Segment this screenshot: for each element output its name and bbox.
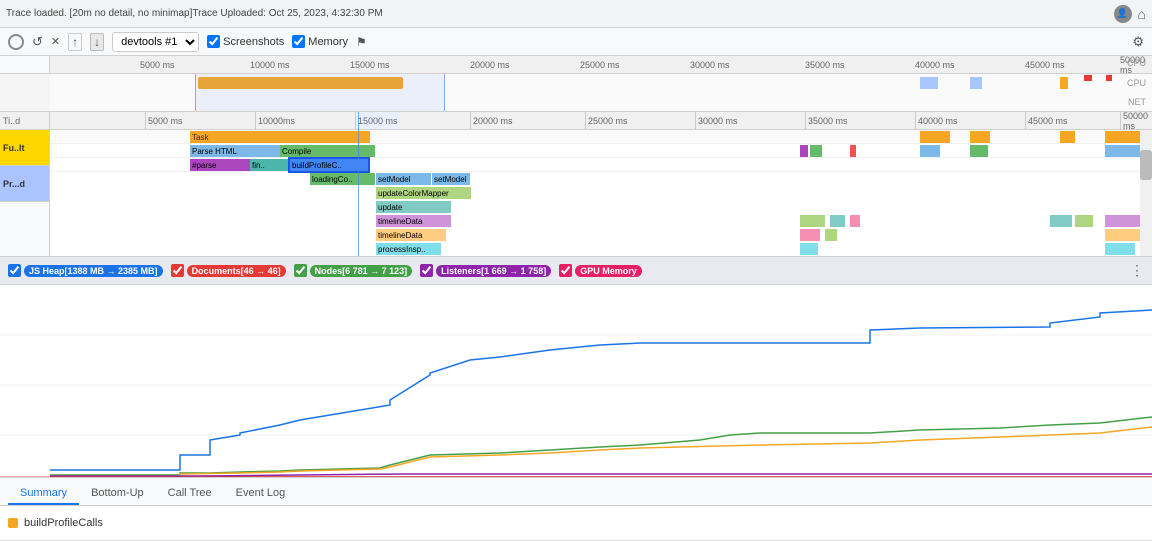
download-icon[interactable]: ↓ [90, 33, 104, 51]
documents-badge: Documents[46 → 46] [187, 265, 286, 277]
trace-main: Ti..d Fu..lt Pr...d 5000 ms 10000ms 1500… [0, 112, 1152, 257]
lane-label-pr: Pr...d [0, 166, 49, 202]
tab-eventlog[interactable]: Event Log [224, 483, 298, 505]
trace-content[interactable]: 5000 ms 10000ms 15000 ms 20000 ms 25000 … [50, 112, 1152, 256]
js-heap-checkbox-label[interactable]: JS Heap[1388 MB → 2385 MB] [8, 264, 163, 277]
cursor-line-left [358, 112, 359, 256]
memory-menu-icon[interactable]: ⋮ [1130, 262, 1144, 279]
bottom-item: buildProfileCalls [8, 517, 103, 529]
js-heap-checkbox[interactable] [8, 264, 21, 277]
devtools-select[interactable]: devtools #1 [112, 32, 199, 52]
gpu-checkbox[interactable] [559, 264, 572, 277]
topbar: Trace loaded. [20m no detail, no minimap… [0, 0, 1152, 28]
upload-icon[interactable]: ↑ [68, 33, 82, 51]
listeners-badge: Listeners[1 669 → 1 758] [436, 265, 551, 277]
vertical-scrollbar[interactable] [1140, 130, 1152, 256]
toolbar: ↺ ✕ ↑ ↓ devtools #1 Screenshots Memory ⚑… [0, 28, 1152, 56]
lane-label-fu: Fu..lt [0, 130, 49, 166]
bottom-content: buildProfileCalls [0, 506, 1152, 541]
flag-icon[interactable]: ⚑ [356, 35, 367, 49]
topbar-icons: 👤 ⌂ [1114, 5, 1146, 23]
screenshots-checkbox-label[interactable]: Screenshots [207, 35, 284, 48]
memory-header: JS Heap[1388 MB → 2385 MB] Documents[46 … [0, 257, 1152, 285]
bottom-tabs: Summary Bottom-Up Call Tree Event Log [0, 478, 1152, 506]
flame-bars: Task Parse HTML Compile #parse [50, 130, 1152, 256]
gpu-checkbox-label[interactable]: GPU Memory [559, 264, 642, 277]
documents-checkbox-label[interactable]: Documents[46 → 46] [171, 264, 286, 277]
bottom-item-label: buildProfileCalls [24, 517, 103, 529]
overview-bar: CPU NET [0, 74, 1152, 112]
bottom-color-dot [8, 518, 18, 528]
lane-labels: Ti..d Fu..lt Pr...d [0, 112, 50, 256]
timeline-ruler: 5000 ms 10000 ms 15000 ms 20000 ms 25000… [0, 56, 1152, 74]
ruler-label: Ti..d [0, 112, 49, 130]
listeners-checkbox-label[interactable]: Listeners[1 669 → 1 758] [420, 264, 551, 277]
memory-checkbox-label[interactable]: Memory [292, 35, 348, 48]
js-heap-badge: JS Heap[1388 MB → 2385 MB] [24, 265, 163, 277]
nodes-badge: Nodes[6 781 → 7 123] [310, 265, 413, 277]
home-icon[interactable]: ⌂ [1138, 6, 1146, 22]
reload-icon[interactable]: ↺ [32, 34, 43, 50]
tab-calltree[interactable]: Call Tree [156, 483, 224, 505]
memory-graph [0, 285, 1152, 478]
gpu-badge: GPU Memory [575, 265, 642, 277]
nodes-checkbox[interactable] [294, 264, 307, 277]
screenshots-checkbox[interactable] [207, 35, 220, 48]
listeners-checkbox[interactable] [420, 264, 433, 277]
user-icon[interactable]: 👤 [1114, 5, 1132, 23]
settings-icon[interactable]: ⚙ [1132, 34, 1144, 50]
sub-ruler: 5000 ms 10000ms 15000 ms 20000 ms 25000 … [50, 112, 1152, 130]
nodes-checkbox-label[interactable]: Nodes[6 781 → 7 123] [294, 264, 413, 277]
memory-checkbox[interactable] [292, 35, 305, 48]
tab-summary[interactable]: Summary [8, 483, 79, 505]
documents-checkbox[interactable] [171, 264, 184, 277]
tab-bottomup[interactable]: Bottom-Up [79, 483, 156, 505]
topbar-trace-info: Trace loaded. [20m no detail, no minimap… [6, 8, 1108, 19]
record-icon[interactable] [8, 34, 24, 50]
clear-icon[interactable]: ✕ [51, 35, 60, 48]
